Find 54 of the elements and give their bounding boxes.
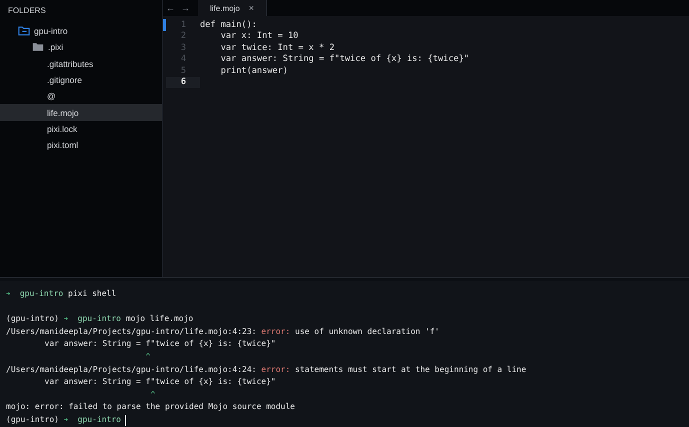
line-number: 6	[166, 76, 200, 88]
directory-name: gpu-intro	[76, 414, 121, 426]
terminal-text: mojo life.mojo	[124, 313, 194, 326]
terminal-text: mojo: error: failed to parse the provided Mojo source module	[6, 401, 295, 414]
error-label: error:	[261, 326, 290, 338]
text-cursor	[125, 414, 126, 426]
tree-item[interactable]: .gitignore	[0, 72, 162, 88]
file-tab[interactable]: life.mojo ×	[198, 0, 268, 16]
tree-item[interactable]: pixi.toml	[0, 137, 162, 154]
terminal-text: use of unknown declaration 'f'	[294, 326, 440, 338]
back-button[interactable]: ←	[166, 3, 175, 13]
panel-heading: FOLDERS	[7, 6, 47, 17]
terminal-text: statements must start at the beginning of a line	[294, 364, 526, 376]
line-number: 2	[180, 31, 187, 42]
code-line: var twice: Int = x * 2	[220, 42, 335, 53]
file-name: .gitignore	[47, 75, 82, 86]
tree-item[interactable]: gpu-intro	[0, 23, 162, 40]
file-name: .pixi	[48, 42, 64, 52]
forward-button[interactable]: →	[181, 3, 190, 13]
file-name: pixi.toml	[47, 140, 78, 150]
terminal-text: /Users/manideepla/Projects/gpu-intro/life.mojo:4:23:	[6, 326, 258, 338]
error-label: error:	[261, 364, 290, 376]
file-name: pixi.lock	[47, 124, 78, 134]
line-number: 3	[180, 42, 187, 53]
terminal-text: (gpu-intro)	[6, 313, 60, 326]
close-icon[interactable]: ×	[248, 3, 254, 13]
directory-name: gpu-intro	[76, 313, 121, 326]
terminal-text: /Users/manideepla/Projects/gpu-intro/life.mojo:4:24:	[6, 364, 258, 376]
terminal-text: (gpu-intro)	[6, 414, 60, 426]
code-line: print(answer)	[220, 66, 288, 76]
folder-icon	[32, 42, 44, 52]
open-folder-icon	[18, 26, 30, 36]
line-number: 5	[180, 66, 187, 76]
code-line: var x: Int = 10	[220, 31, 298, 42]
terminal-text: var answer: String = f"twice of {x} is: {twice}"	[44, 376, 276, 388]
code-line: var answer: String = f"twice of {x} is: {twice}"	[220, 54, 470, 64]
tree-item[interactable]: .gitattributes	[0, 56, 162, 72]
caret-marker: ^	[144, 350, 150, 363]
tree-item[interactable]: life.mojo	[0, 104, 162, 121]
file-name: @	[47, 91, 56, 102]
line-number: 1	[180, 20, 187, 30]
tree-item[interactable]: .pixi	[0, 39, 162, 56]
line-number: 4	[180, 54, 187, 64]
caret-marker: ^	[149, 388, 156, 401]
directory-name: gpu-intro	[18, 288, 64, 300]
tree-item[interactable]: @	[0, 88, 162, 104]
code-line: def main():	[200, 20, 257, 30]
file-name: life.mojo	[47, 108, 79, 118]
tree-item[interactable]: pixi.lock	[0, 120, 162, 138]
file-name: .gitattributes	[47, 58, 94, 69]
terminal-text: var answer: String = f"twice of {x} is: {twice}"	[44, 338, 276, 350]
file-name: gpu-intro	[34, 26, 68, 36]
tab-label: life.mojo	[210, 4, 240, 12]
terminal-text: pixi shell	[67, 288, 116, 300]
